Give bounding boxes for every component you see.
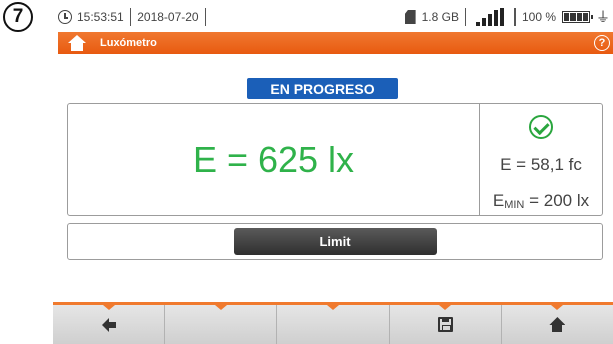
softkey-home[interactable] xyxy=(501,305,613,344)
clock-icon xyxy=(58,10,72,24)
main-result-area: E = 625 lx xyxy=(68,104,480,215)
softkey-save[interactable] xyxy=(389,305,502,344)
softkey-3[interactable] xyxy=(277,305,390,344)
storage-free: 1.8 GB xyxy=(421,10,459,24)
measurement-panel: E = 625 lx E = 58,1 fc EMIN = 200 lx xyxy=(67,103,603,216)
sd-card-icon xyxy=(404,10,416,24)
secondary-result-area: E = 58,1 fc EMIN = 200 lx xyxy=(480,104,602,215)
softkey-bar xyxy=(53,302,613,344)
status-divider xyxy=(204,8,207,26)
status-date: 2018-07-20 xyxy=(137,10,199,24)
status-time: 15:53:51 xyxy=(77,10,124,24)
status-badge: EN PROGRESO xyxy=(247,78,398,99)
limit-button[interactable]: Limit xyxy=(233,228,437,255)
step-number-badge: 7 xyxy=(3,2,33,32)
battery-icon xyxy=(562,11,593,23)
arrow-left-icon xyxy=(101,317,116,332)
softkey-back[interactable] xyxy=(53,305,166,344)
softkey-2[interactable] xyxy=(165,305,278,344)
min-limit-reading: EMIN = 200 lx xyxy=(492,191,590,211)
check-circle-icon xyxy=(529,115,553,139)
signal-strength-icon xyxy=(476,8,505,26)
main-reading: E = 625 lx xyxy=(192,138,355,180)
limit-panel: Limit xyxy=(67,223,603,260)
page-title: Luxómetro xyxy=(100,37,157,49)
save-icon xyxy=(437,317,453,332)
title-bar: Luxómetro ? xyxy=(58,32,613,54)
status-divider xyxy=(464,8,467,26)
battery-percent: 100 % xyxy=(521,10,556,24)
status-divider xyxy=(514,8,516,26)
home-icon xyxy=(549,317,565,332)
footcandle-reading: E = 58,1 fc xyxy=(500,155,582,174)
plug-icon: ⏚ xyxy=(596,9,610,25)
help-icon[interactable]: ? xyxy=(594,35,610,51)
home-icon[interactable] xyxy=(68,35,86,51)
status-divider xyxy=(129,8,132,26)
status-bar: 15:53:51 2018-07-20 1.8 GB 100 % ⏚ xyxy=(58,5,610,29)
